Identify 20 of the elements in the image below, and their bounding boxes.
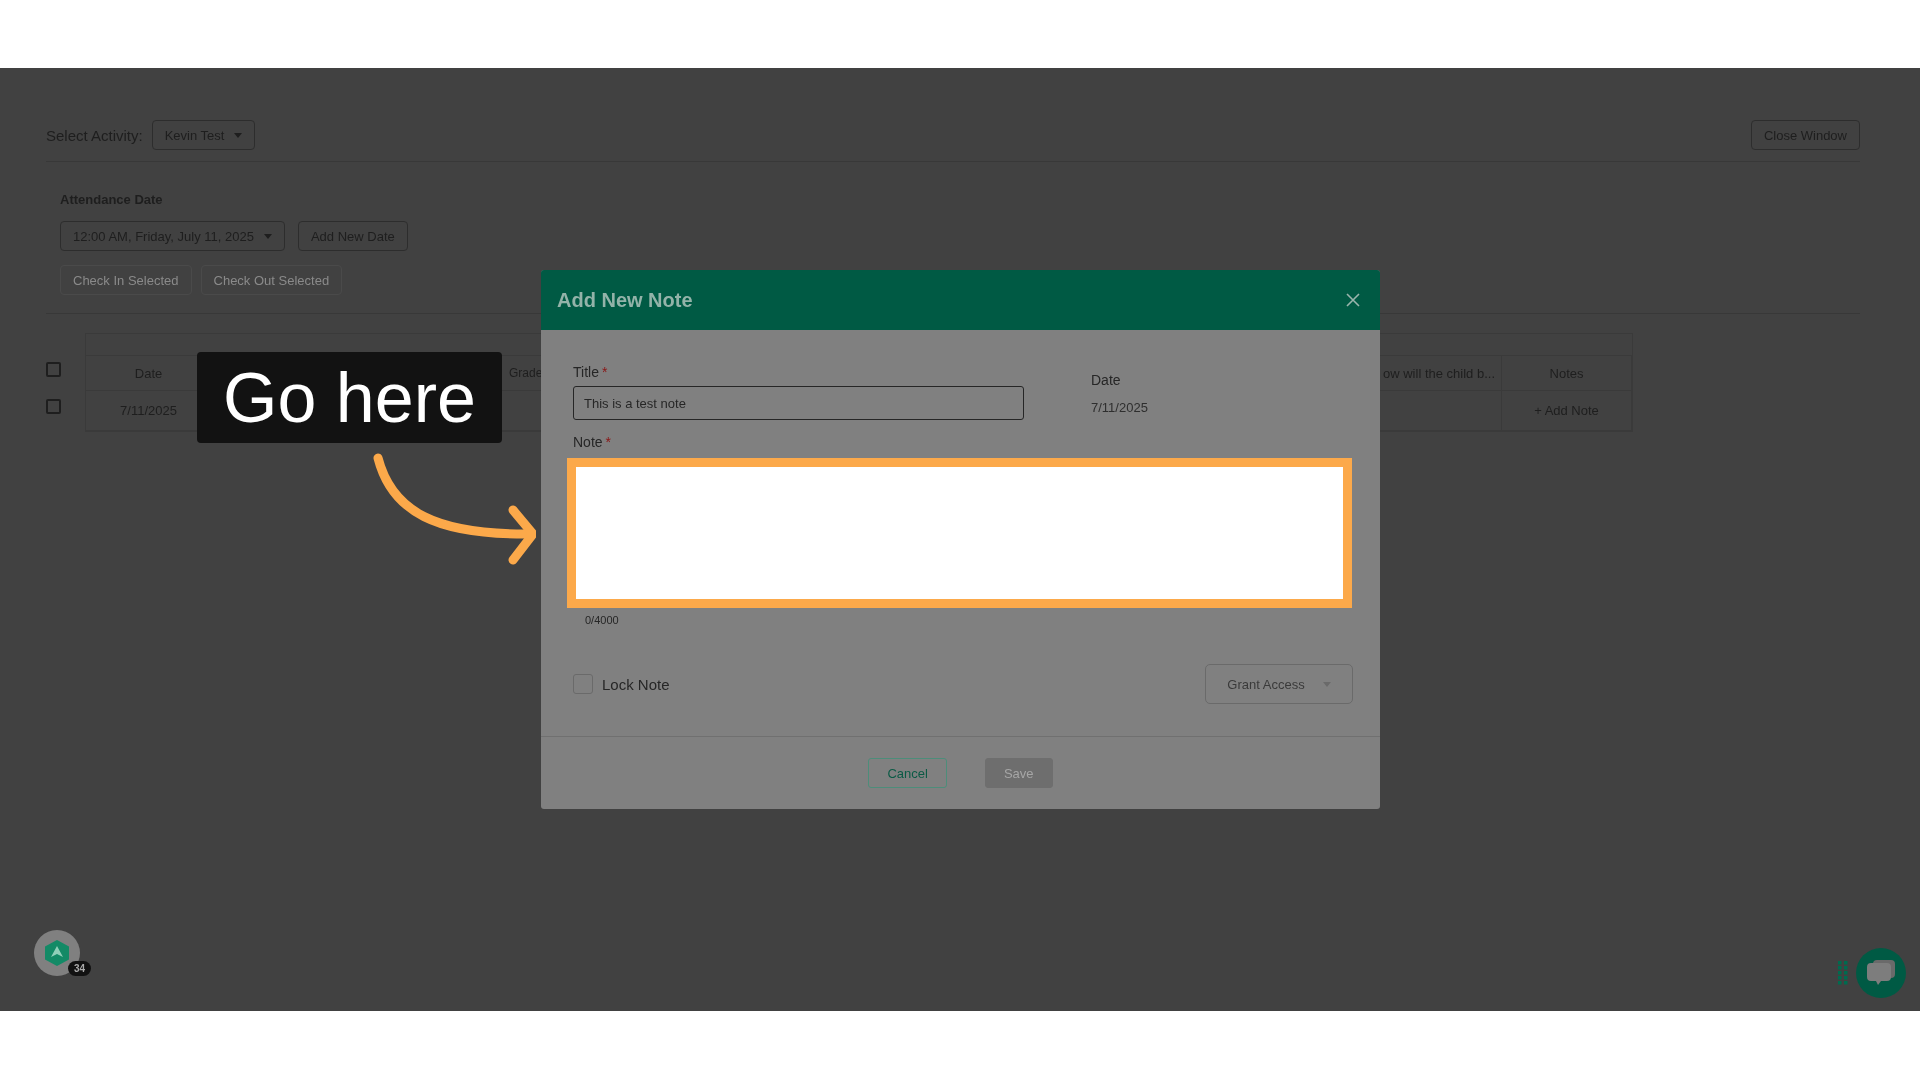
select-all-checkbox[interactable] <box>46 362 61 377</box>
grant-access-dropdown[interactable]: Grant Access <box>1205 664 1353 704</box>
chat-button[interactable] <box>1856 948 1906 998</box>
chat-bubble-icon <box>1867 960 1895 986</box>
note-label: Note * <box>573 434 613 450</box>
callout-label: Go here <box>197 352 502 443</box>
character-counter: 0/4000 <box>585 614 620 626</box>
row-checkbox[interactable] <box>46 399 61 414</box>
close-icon[interactable] <box>1346 293 1360 307</box>
drag-handle-icon[interactable] <box>1838 961 1848 985</box>
note-textarea[interactable] <box>567 458 1352 608</box>
date-label: Date <box>1091 372 1122 388</box>
notification-count: 34 <box>68 961 92 976</box>
title-label: Title * <box>573 364 609 380</box>
dialog-title: Add New Note <box>557 288 693 312</box>
dialog-button[interactable]: Cancel <box>868 758 947 788</box>
lock-note-checkbox[interactable]: Lock Note <box>573 674 670 694</box>
hexagon-logo-icon <box>45 940 69 966</box>
date-value: 7/11/2025 <box>1091 400 1149 415</box>
title-input[interactable]: This is a test note <box>573 386 1024 420</box>
